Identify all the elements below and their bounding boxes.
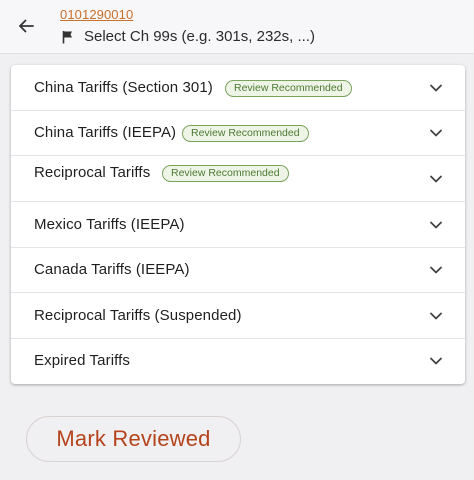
hts-code-link[interactable]: 0101290010 xyxy=(60,7,133,22)
review-badge: Review Recommended xyxy=(225,80,352,97)
tariff-label: Canada Tariffs (IEEPA) xyxy=(34,261,190,278)
tariff-list: China Tariffs (Section 301) Review Recom… xyxy=(11,65,465,384)
tariff-row-china-ieepa[interactable]: China Tariffs (IEEPA) Review Recommended xyxy=(11,110,465,156)
tariff-row-reciprocal[interactable]: Reciprocal Tariffs Review Recommended xyxy=(11,156,465,202)
mark-reviewed-button[interactable]: Mark Reviewed xyxy=(26,416,241,462)
tariff-label: Reciprocal Tariffs xyxy=(34,164,151,181)
chevron-down-icon[interactable] xyxy=(429,356,443,366)
chapter-99-select[interactable]: Select Ch 99s (e.g. 301s, 232s, ...) xyxy=(84,28,315,45)
back-button[interactable] xyxy=(14,14,38,38)
chevron-down-icon[interactable] xyxy=(429,174,443,184)
tariff-label: Reciprocal Tariffs (Suspended) xyxy=(34,307,242,324)
chevron-down-icon[interactable] xyxy=(429,220,443,230)
tariff-row-china-301[interactable]: China Tariffs (Section 301) Review Recom… xyxy=(11,65,465,111)
tariff-row-mexico-ieepa[interactable]: Mexico Tariffs (IEEPA) xyxy=(11,202,465,248)
tariff-row-expired[interactable]: Expired Tariffs xyxy=(11,338,465,384)
review-badge: Review Recommended xyxy=(182,125,309,142)
tariff-label: Expired Tariffs xyxy=(34,352,130,369)
top-bar: 0101290010 Select Ch 99s (e.g. 301s, 232… xyxy=(0,0,474,54)
chevron-down-icon[interactable] xyxy=(429,128,443,138)
arrow-left-icon xyxy=(19,19,34,33)
tariff-label: China Tariffs (IEEPA) xyxy=(34,124,177,141)
chevron-down-icon[interactable] xyxy=(429,311,443,321)
tariff-row-reciprocal-suspended[interactable]: Reciprocal Tariffs (Suspended) xyxy=(11,293,465,339)
flag-icon xyxy=(62,31,72,44)
review-badge: Review Recommended xyxy=(162,165,289,182)
tariff-row-canada-ieepa[interactable]: Canada Tariffs (IEEPA) xyxy=(11,247,465,293)
chevron-down-icon[interactable] xyxy=(429,265,443,275)
chevron-down-icon[interactable] xyxy=(429,83,443,93)
tariff-label: Mexico Tariffs (IEEPA) xyxy=(34,216,185,233)
tariff-label: China Tariffs (Section 301) xyxy=(34,79,213,96)
